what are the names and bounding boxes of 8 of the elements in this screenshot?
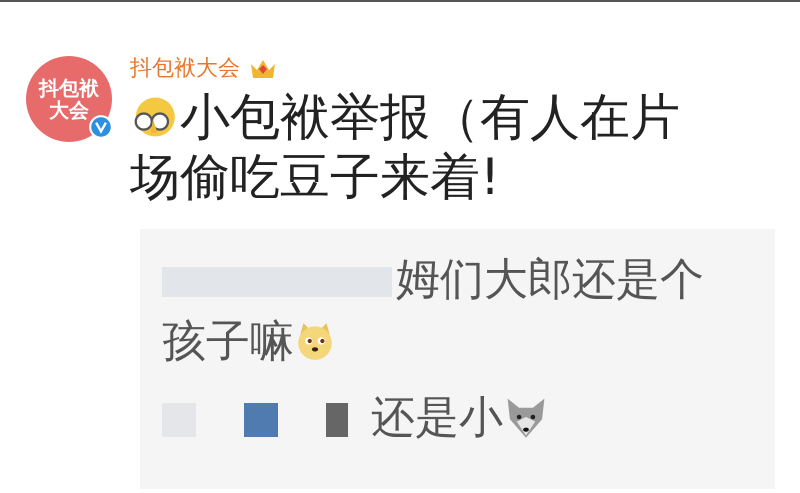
redacted-username: [326, 402, 348, 437]
redacted-username: [244, 402, 278, 437]
author-name[interactable]: 抖包袱大会: [130, 52, 240, 85]
avatar-logo-text: 抖包袱大会: [38, 77, 100, 121]
post-text: 小包袱举报（有人在片场偷吃豆子来着!: [130, 87, 681, 207]
comment-text: 姆们大郎还是个孩子嘛: [162, 253, 705, 369]
comment-text: 还是小: [162, 387, 742, 449]
avatar[interactable]: 抖包袱大会: [26, 56, 112, 142]
